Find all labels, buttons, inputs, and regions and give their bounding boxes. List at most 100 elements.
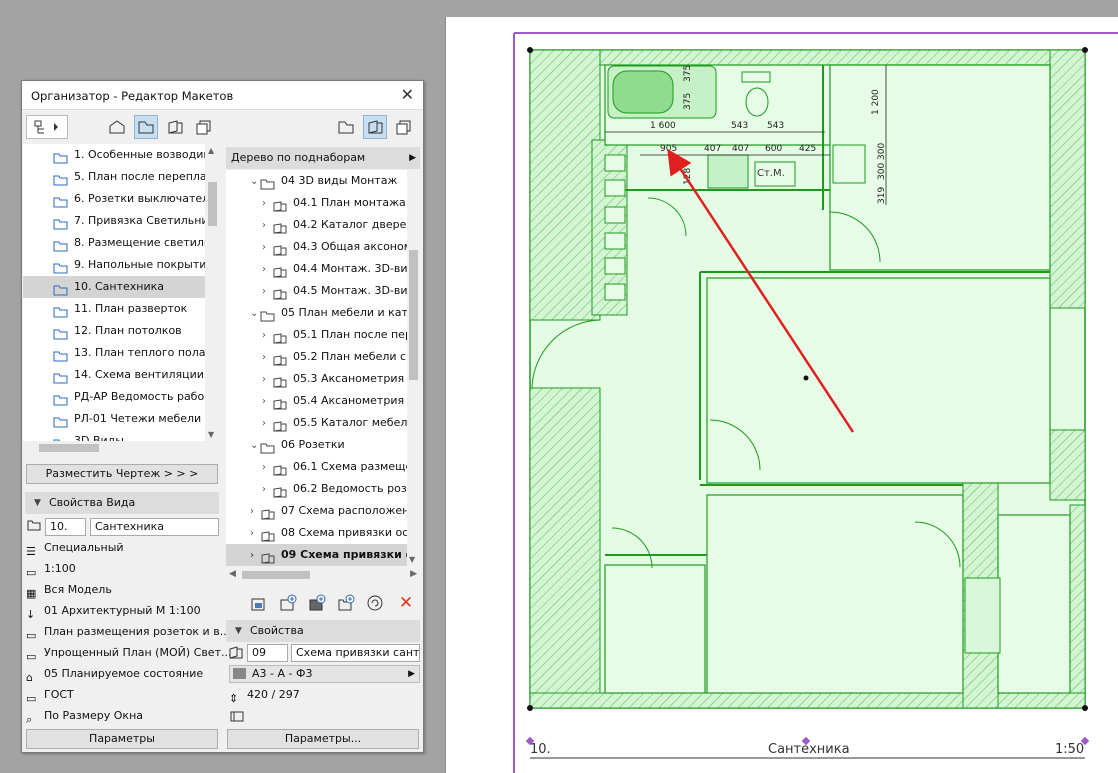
layout-name-field[interactable]: Схема привязки санте [291,644,420,662]
layout-tree-label: 05.4 Аксанометрия [293,394,405,407]
layout-item[interactable]: › 06.1 Схема размеще [226,456,407,478]
view-tree-item[interactable]: 14. Схема вентиляции [23,364,220,386]
right-tree-scrollbar[interactable]: ▼ [407,170,420,566]
right-tree-hscrollbar[interactable]: ◀ ▶ [226,568,420,582]
left-tree-hscrollbar[interactable] [23,441,220,455]
layout-item[interactable]: › 05.5 Каталог мебели [226,412,407,434]
chevron-right-icon[interactable]: › [262,391,272,412]
view-prop-row[interactable]: ▭ 1:100 [26,559,76,579]
layout-book-button-right[interactable] [363,115,387,139]
view-tree-item[interactable]: РД-АР Ведомость рабоч [23,386,220,408]
tree-mode-dropdown[interactable]: Дерево по поднаборам ▶ [226,147,420,169]
project-map-menu-button[interactable] [26,115,68,139]
view-prop-row[interactable]: ☰ Специальный [26,538,124,558]
view-prop-row[interactable]: ▭ План размещения розеток и в... [26,622,230,642]
chevron-right-icon[interactable]: › [262,369,272,390]
pen-set-icon: ↓ [26,608,36,621]
layout-item[interactable]: › 04.3 Общая аксоном [226,236,407,258]
view-map-tree[interactable]: 1. Особенные возводим 5. План после переп… [23,144,220,441]
layout-book-tree[interactable]: ⌄ 04 3D виды Монтаж › 04.1 План монтажа › 04.… [226,170,407,566]
layout-item[interactable]: › 04.5 Монтаж. 3D-вид [226,280,407,302]
new-master-icon[interactable] [305,591,329,615]
update-icon[interactable] [363,591,387,615]
layout-item[interactable]: › 04.1 План монтажа [226,192,407,214]
view-params-button[interactable]: Параметры [26,729,218,749]
scale-icon: ▭ [26,566,37,579]
view-tree-item[interactable]: 1. Особенные возводим [23,144,220,166]
layout-book-button-left[interactable] [163,115,187,139]
view-prop-row[interactable]: ▦ Вся Модель [26,580,112,600]
view-tree-item[interactable]: 3D Виды [23,430,220,441]
layout-item[interactable]: › 05.4 Аксанометрия [226,390,407,412]
chevron-right-icon[interactable]: › [250,523,260,544]
layout-item[interactable]: › 09 Схема привязки са [226,544,407,566]
view-map-button[interactable] [134,115,158,139]
new-folder-icon[interactable] [334,591,358,615]
left-tree-scrollbar[interactable]: ▲ ▼ [205,144,220,441]
view-prop-row[interactable]: ⌕ По Размеру Окна [26,706,143,726]
view-props-header[interactable]: ▼ Свойства Вида [25,492,219,514]
chevron-right-icon[interactable]: › [262,479,272,500]
view-tree-item[interactable]: 7. Привязка Светильник [23,210,220,232]
layout-item[interactable]: › 05.1 План после пер [226,324,407,346]
chevron-right-icon[interactable]: › [262,215,272,236]
view-tree-item[interactable]: 10. Сантехника [23,276,220,298]
chevron-down-icon[interactable]: ⌄ [250,171,260,192]
layout-props-header[interactable]: ▼ Свойства [226,620,420,642]
view-tree-item[interactable]: 12. План потолков [23,320,220,342]
new-layout-icon[interactable] [247,591,271,615]
view-id-field[interactable]: 10. [45,518,86,536]
subset-folder-item[interactable]: ⌄ 05 План мебели и ката [226,302,407,324]
chevron-right-icon[interactable]: › [250,545,260,566]
view-prop-row[interactable]: ↓ 01 Архитектурный М 1:100 [26,601,201,621]
view-prop-row[interactable]: ▭ ГОСТ [26,685,74,705]
publisher-sets-button-right[interactable] [392,115,416,139]
chevron-right-icon[interactable]: › [262,457,272,478]
chevron-right-icon[interactable]: › [250,501,260,522]
chevron-right-icon[interactable]: › [262,259,272,280]
new-subset-icon[interactable] [276,591,300,615]
subset-folder-item[interactable]: ⌄ 06 Розетки [226,434,407,456]
view-tree-item[interactable]: 5. План после переплан [23,166,220,188]
chevron-right-icon[interactable]: › [262,325,272,346]
chevron-right-icon[interactable]: › [262,347,272,368]
view-prop-value: Вся Модель [44,583,112,596]
view-tree-item[interactable]: 6. Розетки выключатели [23,188,220,210]
view-map-button-right[interactable] [334,115,358,139]
right-tree-scroll-thumb[interactable] [409,250,418,380]
view-tree-item[interactable]: 13. План теплого пола [23,342,220,364]
layout-item[interactable]: › 08 Схема привязки ос [226,522,407,544]
master-layout-combo[interactable]: А3 - А - Ф3 ▶ [229,665,420,683]
layout-params-button[interactable]: Параметры... [227,729,419,749]
view-prop-row[interactable]: ▭ Упрощенный План (МОЙ) Свет... [26,643,231,663]
chevron-right-icon[interactable]: › [262,281,272,302]
delete-icon[interactable]: ✕ [394,591,418,615]
view-tree-item[interactable]: 9. Напольные покрытия [23,254,220,276]
right-hscroll-thumb[interactable] [242,571,310,579]
layout-item[interactable]: › 07 Схема расположен [226,500,407,522]
layout-item[interactable]: › 06.2 Ведомость розе [226,478,407,500]
layout-item[interactable]: › 05.3 Аксанометрия [226,368,407,390]
tree-icon [34,120,58,134]
chevron-right-icon[interactable]: › [262,237,272,258]
chevron-right-icon[interactable]: › [262,413,272,434]
left-tree-scroll-thumb[interactable] [208,182,217,226]
layout-item[interactable]: › 05.2 План мебели с [226,346,407,368]
view-tree-item[interactable]: 8. Размещение светильн [23,232,220,254]
view-name-field[interactable]: Сантехника [90,518,219,536]
view-tree-item[interactable]: РЛ-01 Четежи мебели [23,408,220,430]
publisher-sets-button-left[interactable] [192,115,216,139]
chevron-down-icon[interactable]: ⌄ [250,435,260,456]
place-drawing-button[interactable]: Разместить Чертеж > > > [26,464,218,484]
subset-folder-item[interactable]: ⌄ 04 3D виды Монтаж [226,170,407,192]
close-icon[interactable]: ✕ [401,85,414,104]
project-map-button[interactable] [105,115,129,139]
chevron-down-icon[interactable]: ⌄ [250,303,260,324]
layout-id-field[interactable]: 09 [247,644,288,662]
view-prop-row[interactable]: ⌂ 05 Планируемое состояние [26,664,203,684]
view-tree-item[interactable]: 11. План разверток [23,298,220,320]
chevron-right-icon[interactable]: › [262,193,272,214]
layout-item[interactable]: › 04.4 Монтаж. 3D-вид [226,258,407,280]
left-hscroll-thumb[interactable] [39,444,99,452]
layout-item[interactable]: › 04.2 Каталог дверей [226,214,407,236]
